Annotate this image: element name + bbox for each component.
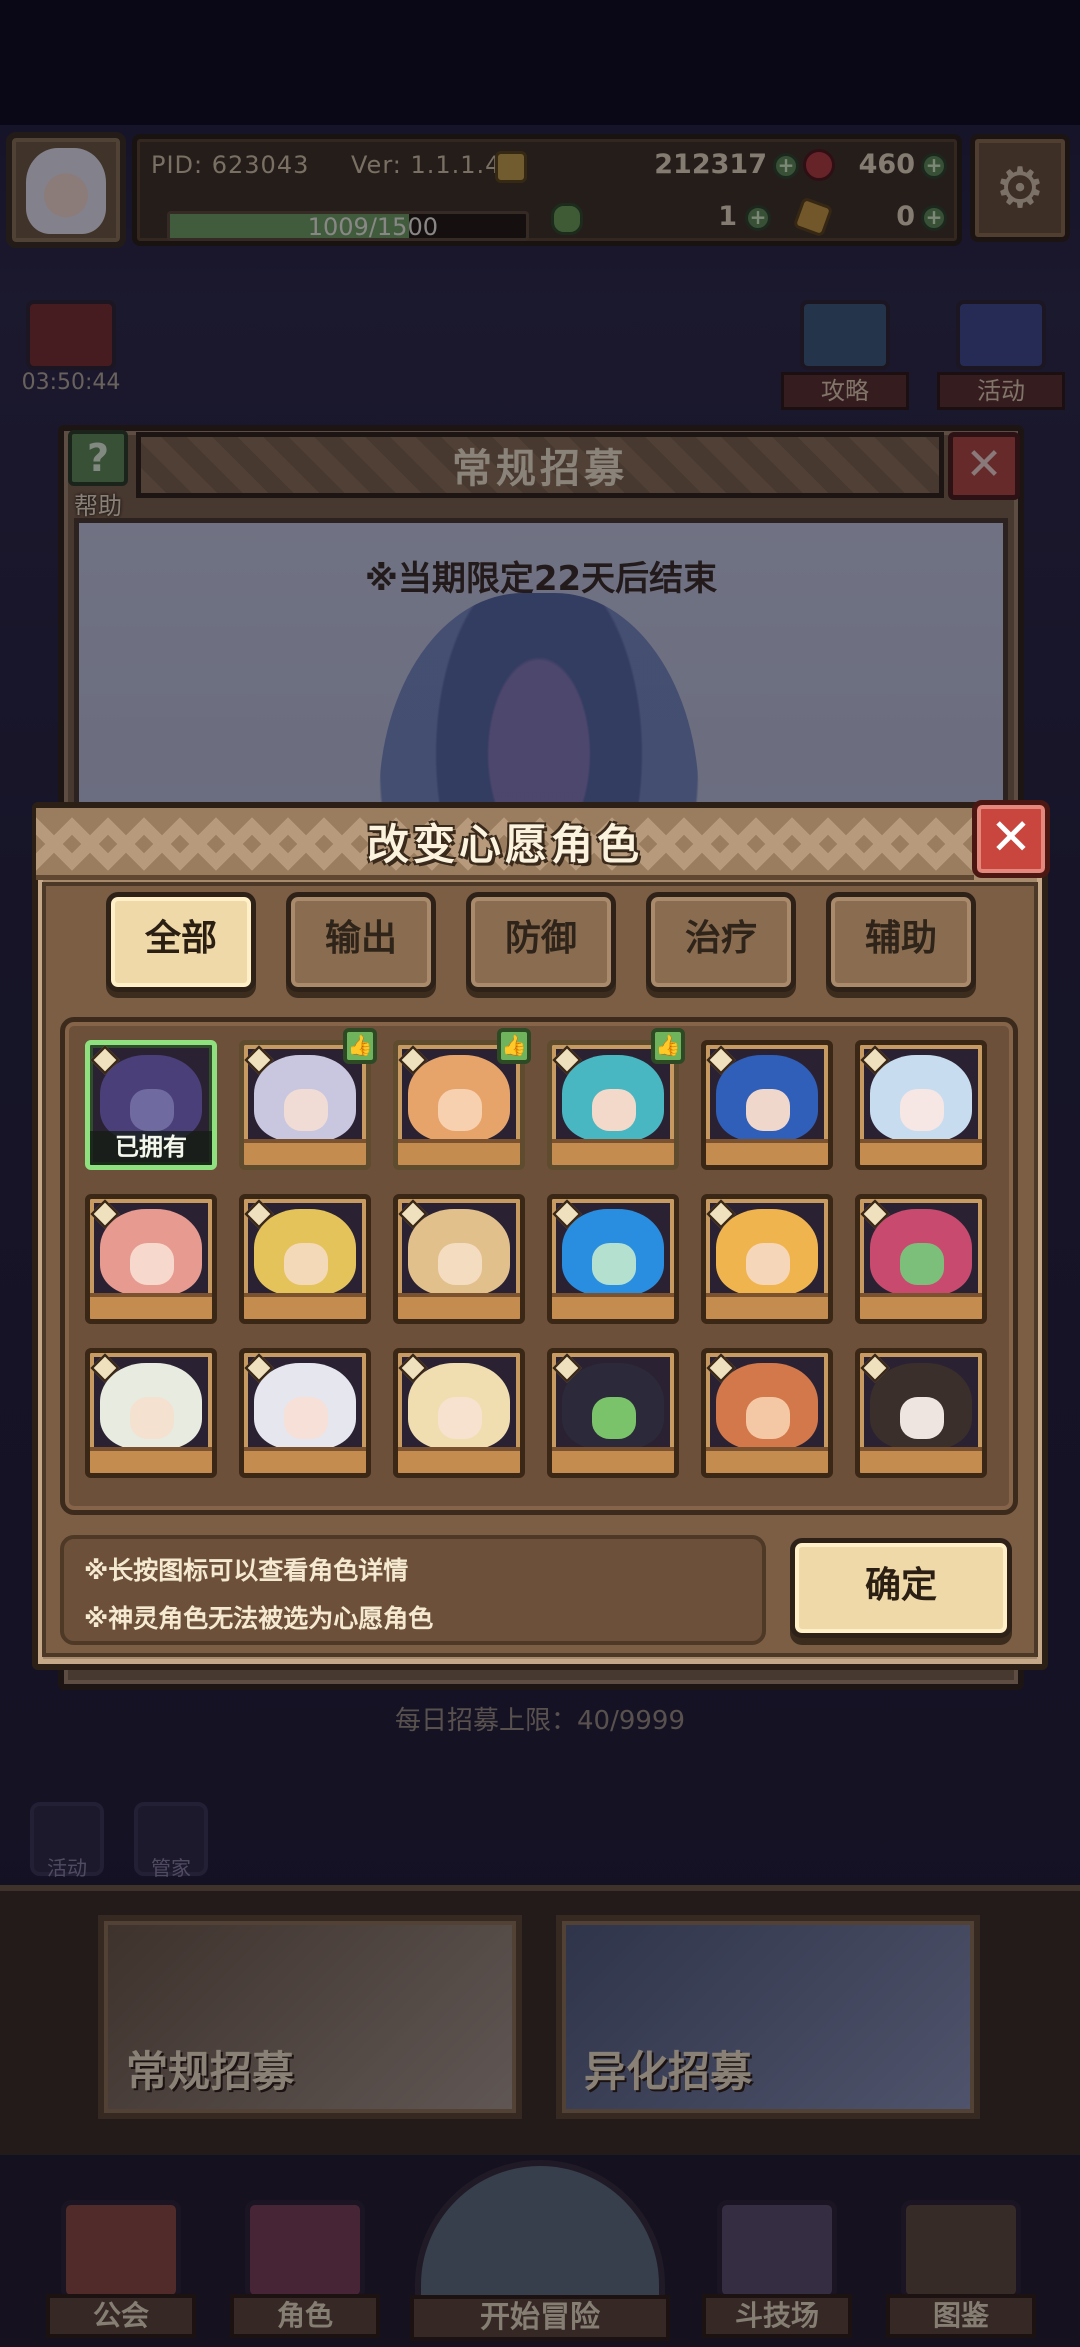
character-face: [438, 1243, 482, 1285]
tab-defense-label: 防御: [504, 918, 577, 959]
note-long-press: ※长按图标可以查看角色详情: [84, 1556, 409, 1585]
character-slot[interactable]: [701, 1348, 833, 1478]
character-face: [438, 1397, 482, 1439]
character-portrait: [870, 1363, 972, 1449]
character-portrait: [716, 1055, 818, 1141]
character-face: [900, 1243, 944, 1285]
character-face: [130, 1243, 174, 1285]
confirm-label: 确定: [864, 1565, 937, 1606]
character-portrait: [254, 1055, 356, 1141]
owned-label: 已拥有: [90, 1131, 212, 1165]
character-slot[interactable]: [393, 1194, 525, 1324]
thumbs-up-icon: 👍: [497, 1028, 531, 1064]
tab-all[interactable]: 全部: [106, 892, 256, 992]
close-icon: ✕: [990, 808, 1032, 866]
character-portrait: [254, 1209, 356, 1295]
character-face: [592, 1243, 636, 1285]
tab-all-label: 全部: [144, 918, 217, 959]
character-face: [284, 1397, 328, 1439]
character-face: [746, 1089, 790, 1131]
character-face: [130, 1089, 174, 1131]
thumbs-up-icon: 👍: [343, 1028, 377, 1064]
character-slot[interactable]: [855, 1040, 987, 1170]
character-slot[interactable]: [855, 1194, 987, 1324]
character-slot[interactable]: [547, 1348, 679, 1478]
tab-support[interactable]: 辅助: [826, 892, 976, 992]
character-face: [438, 1089, 482, 1131]
note-deity: ※神灵角色无法被选为心愿角色: [84, 1604, 434, 1633]
character-grid: 已拥有 👍 👍 👍: [60, 1017, 1018, 1515]
character-portrait: [100, 1363, 202, 1449]
character-portrait: [254, 1363, 356, 1449]
character-face: [900, 1089, 944, 1131]
confirm-button[interactable]: 确定: [790, 1538, 1012, 1638]
character-slot[interactable]: [855, 1348, 987, 1478]
character-face: [592, 1397, 636, 1439]
character-face: [746, 1243, 790, 1285]
character-portrait: [562, 1209, 664, 1295]
character-face: [592, 1089, 636, 1131]
character-slot[interactable]: [85, 1348, 217, 1478]
character-portrait: [100, 1209, 202, 1295]
tab-support-label: 辅助: [864, 918, 937, 959]
character-portrait: [562, 1055, 664, 1141]
character-slot[interactable]: 已拥有: [85, 1040, 217, 1170]
character-slot[interactable]: [547, 1194, 679, 1324]
modal-title-bar: 改变心愿角色: [36, 808, 974, 880]
character-portrait: [870, 1055, 972, 1141]
character-face: [284, 1243, 328, 1285]
character-slot[interactable]: [701, 1194, 833, 1324]
character-slot[interactable]: [239, 1348, 371, 1478]
character-portrait: [716, 1209, 818, 1295]
character-portrait: [408, 1363, 510, 1449]
character-portrait: [408, 1055, 510, 1141]
character-face: [130, 1397, 174, 1439]
character-portrait: [870, 1209, 972, 1295]
character-portrait: [562, 1363, 664, 1449]
character-slot[interactable]: [701, 1040, 833, 1170]
tab-defense[interactable]: 防御: [466, 892, 616, 992]
thumbs-up-icon: 👍: [651, 1028, 685, 1064]
character-face: [900, 1397, 944, 1439]
tab-healing-label: 治疗: [684, 918, 757, 959]
modal-close-button[interactable]: ✕: [972, 800, 1050, 878]
character-face: [284, 1089, 328, 1131]
notes-panel: ※长按图标可以查看角色详情 ※神灵角色无法被选为心愿角色: [60, 1535, 766, 1645]
character-portrait: [716, 1363, 818, 1449]
tab-dps[interactable]: 输出: [286, 892, 436, 992]
character-portrait: [408, 1209, 510, 1295]
character-slot[interactable]: [85, 1194, 217, 1324]
character-portrait: [100, 1055, 202, 1141]
character-face: [746, 1397, 790, 1439]
tab-healing[interactable]: 治疗: [646, 892, 796, 992]
modal-title: 改变心愿角色: [366, 820, 643, 869]
character-slot[interactable]: [393, 1348, 525, 1478]
character-slot[interactable]: [239, 1194, 371, 1324]
tab-dps-label: 输出: [324, 918, 397, 959]
